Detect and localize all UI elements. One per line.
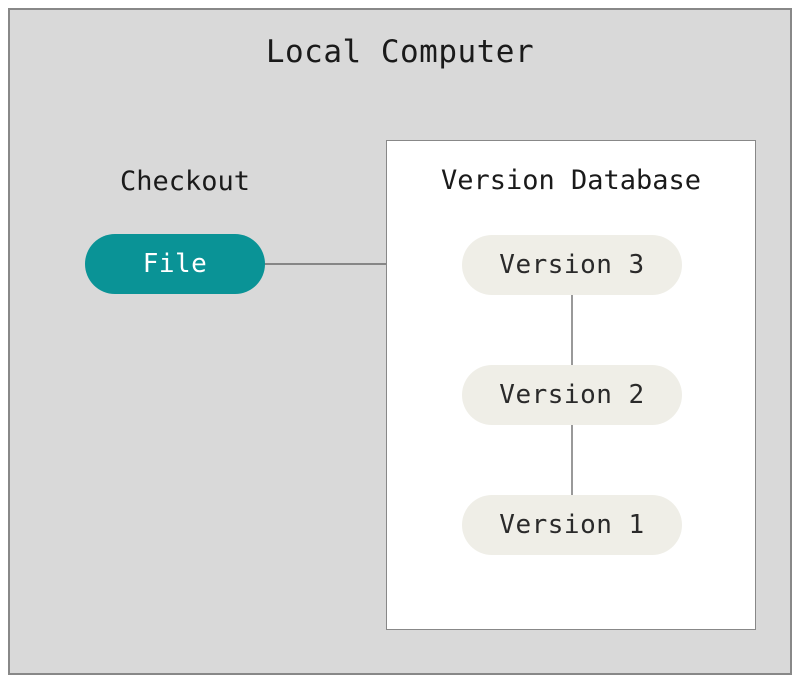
version-2-label: Version 2 [499,380,644,410]
version-2-node: Version 2 [462,365,682,425]
file-node: File [85,234,265,294]
checkout-heading: Checkout [85,166,285,197]
connector-v3-to-v2 [571,295,573,365]
container-title: Local Computer [10,34,790,70]
version-3-label: Version 3 [499,250,644,280]
local-computer-container: Local Computer Checkout File Version Dat… [8,8,792,675]
version-database-container: Version Database Version 3 Version 2 Ver… [386,140,756,630]
version-1-node: Version 1 [462,495,682,555]
file-node-label: File [143,249,208,279]
version-3-node: Version 3 [462,235,682,295]
connector-v2-to-v1 [571,425,573,495]
version-database-title: Version Database [387,165,755,196]
version-1-label: Version 1 [499,510,644,540]
